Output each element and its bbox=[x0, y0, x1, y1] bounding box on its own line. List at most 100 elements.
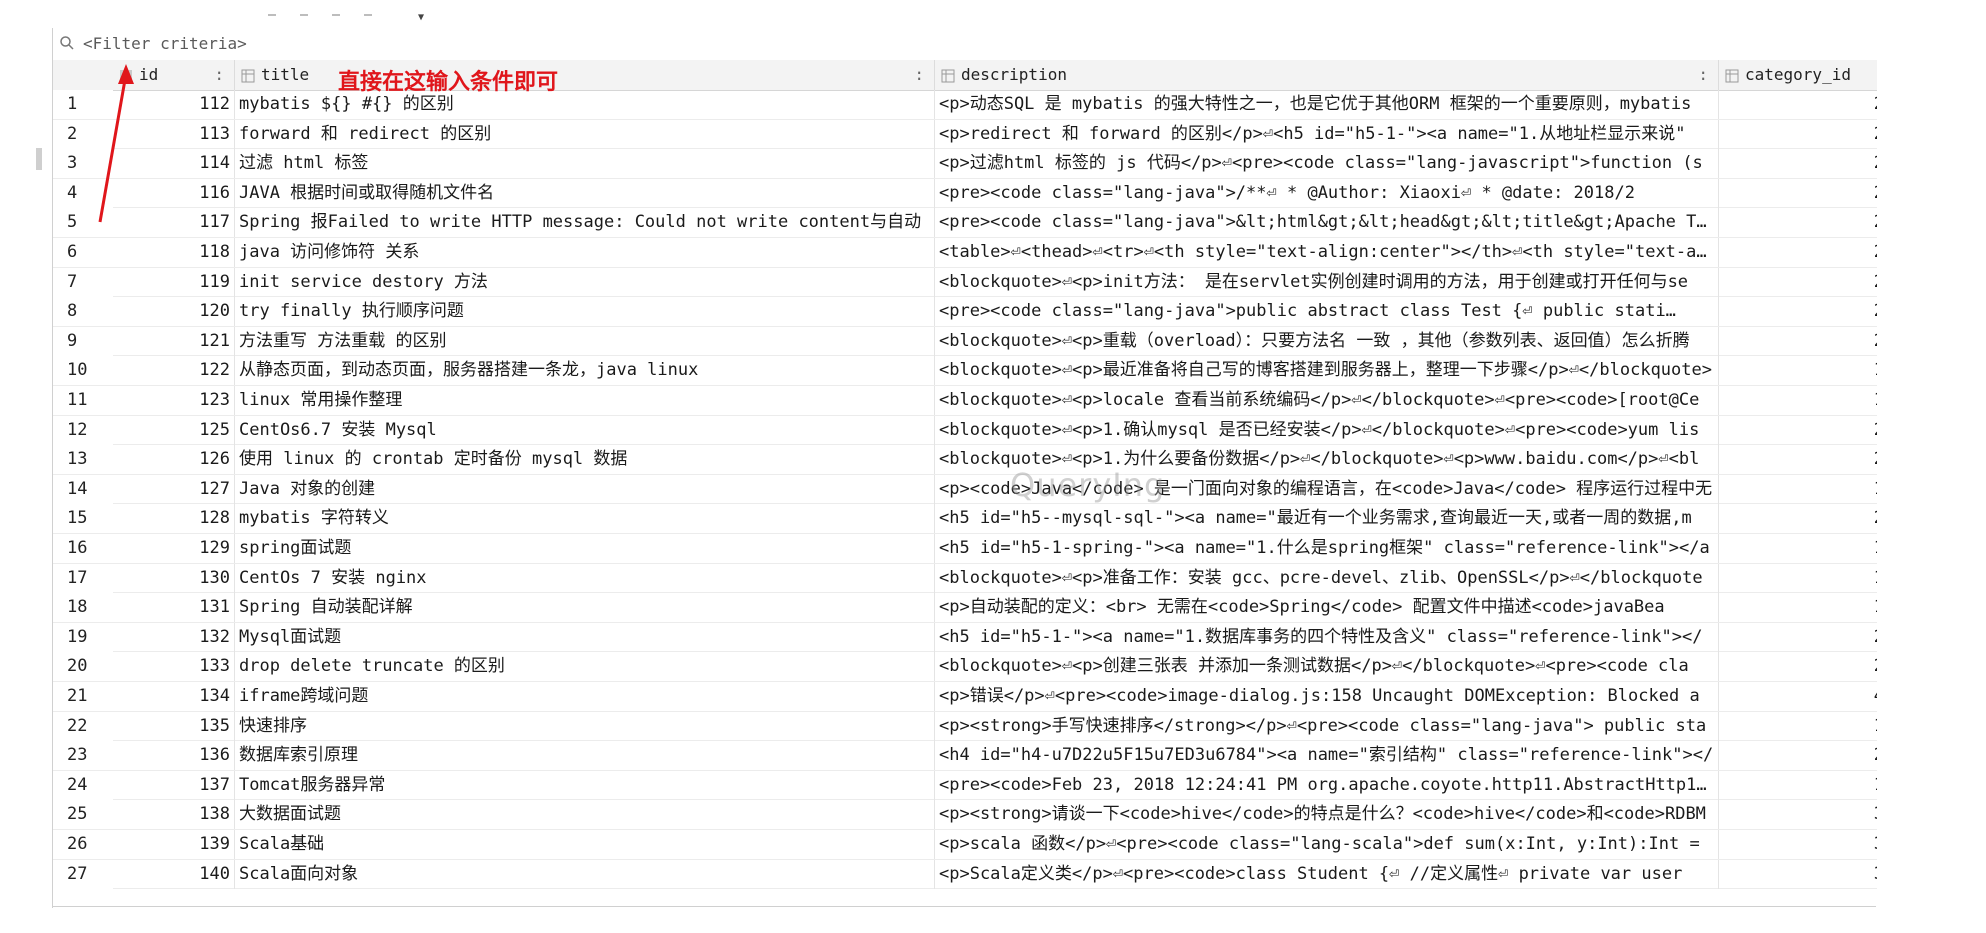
filter-criteria-input[interactable] bbox=[83, 31, 1783, 55]
cell-description[interactable]: <pre><code class="lang-java">/**⏎ * @Aut… bbox=[935, 178, 1719, 208]
table-row[interactable]: 4 116 JAVA 根据时间或取得随机文件名 <pre><code class="l… bbox=[53, 178, 1877, 209]
cell-category-id[interactable]: 2 bbox=[1719, 445, 1877, 474]
table-row[interactable]: 7 119 init service destory 方法 <blockquote>⏎… bbox=[53, 267, 1877, 298]
row-number[interactable]: 12 bbox=[53, 415, 113, 445]
row-number[interactable]: 8 bbox=[53, 297, 113, 327]
column-header-description[interactable]: description : bbox=[935, 60, 1719, 90]
cell-description[interactable]: <p>scala 函数</p>⏎<pre><code class="lang-s… bbox=[935, 830, 1719, 859]
cell-category-id[interactable]: 2 bbox=[1719, 179, 1877, 208]
row-number[interactable]: 10 bbox=[53, 356, 113, 386]
cell-title[interactable]: CentOs 7 安装 nginx bbox=[235, 563, 935, 593]
cell-description[interactable]: <h5 id="h5--mysql-sql-"><a name="最近有一个业务… bbox=[935, 504, 1719, 534]
row-number[interactable]: 25 bbox=[53, 800, 113, 830]
cell-description[interactable]: <blockquote>⏎<p>重载（overload）：只要方法名 一致 ，其… bbox=[935, 326, 1719, 356]
row-number[interactable]: 15 bbox=[53, 504, 113, 534]
row-number[interactable]: 14 bbox=[53, 474, 113, 504]
cell-category-id[interactable]: 3 bbox=[1719, 860, 1877, 889]
table-row[interactable]: 22 135 快速排序 <p><strong>手写快速排序</strong></p>⏎… bbox=[53, 711, 1877, 742]
cell-description[interactable]: <p>Scala定义类</p>⏎<pre><code>class Student… bbox=[935, 859, 1719, 889]
row-number[interactable]: 26 bbox=[53, 830, 113, 859]
row-number[interactable]: 20 bbox=[53, 652, 113, 682]
column-header-category-id[interactable]: category_id : bbox=[1719, 60, 1877, 90]
row-number[interactable]: 18 bbox=[53, 593, 113, 623]
cell-title[interactable]: Mysql面试题 bbox=[235, 622, 935, 652]
cell-category-id[interactable]: 4 bbox=[1719, 682, 1877, 711]
table-row[interactable]: 5 117 Spring 报Failed to write HTTP message… bbox=[53, 208, 1877, 238]
table-row[interactable]: 15 128 mybatis 字符转义 <h5 id="h5--mysql-sql-"… bbox=[53, 504, 1877, 534]
cell-title[interactable]: CentOs6.7 安装 Mysql bbox=[235, 415, 935, 445]
cell-title[interactable]: spring面试题 bbox=[235, 534, 935, 563]
cell-id[interactable]: 128 bbox=[113, 504, 235, 534]
cell-title[interactable]: Scala面向对象 bbox=[235, 859, 935, 889]
table-row[interactable]: 9 121 方法重写 方法重载 的区别 <blockquote>⏎<p>重载（over… bbox=[53, 326, 1877, 357]
cell-description[interactable]: <p>redirect 和 forward 的区别</p>⏎<h5 id="h5… bbox=[935, 119, 1719, 149]
cell-description[interactable]: <p>过滤html 标签的 js 代码</p>⏎<pre><code class… bbox=[935, 149, 1719, 179]
cell-category-id[interactable]: 2 bbox=[1719, 120, 1877, 149]
table-row[interactable]: 13 126 使用 linux 的 crontab 定时备份 mysql 数据 <bl… bbox=[53, 445, 1877, 475]
cell-title[interactable]: java 访问修饰符 关系 bbox=[235, 238, 935, 267]
cell-title[interactable]: 快速排序 bbox=[235, 711, 935, 741]
table-row[interactable]: 27 140 Scala面向对象 <p>Scala定义类</p>⏎<pre><code… bbox=[53, 859, 1877, 890]
cell-category-id[interactable]: 2 bbox=[1719, 90, 1877, 119]
cell-title[interactable]: Scala基础 bbox=[235, 830, 935, 859]
cell-id[interactable]: 121 bbox=[113, 326, 235, 356]
cell-title[interactable]: 大数据面试题 bbox=[235, 800, 935, 830]
cell-category-id[interactable]: 2 bbox=[1719, 268, 1877, 297]
column-sort-icon[interactable]: : bbox=[1874, 60, 1877, 90]
row-number[interactable]: 22 bbox=[53, 711, 113, 741]
cell-id[interactable]: 129 bbox=[113, 534, 235, 563]
row-number[interactable]: 21 bbox=[53, 682, 113, 711]
cell-id[interactable]: 122 bbox=[113, 356, 235, 386]
cell-category-id[interactable]: 1 bbox=[1719, 356, 1877, 385]
cell-title[interactable]: forward 和 redirect 的区别 bbox=[235, 119, 935, 149]
row-number[interactable]: 6 bbox=[53, 238, 113, 267]
cell-id[interactable]: 140 bbox=[113, 859, 235, 889]
cell-id[interactable]: 138 bbox=[113, 800, 235, 830]
cell-title[interactable]: Spring 自动装配详解 bbox=[235, 593, 935, 623]
row-number[interactable]: 16 bbox=[53, 534, 113, 563]
cell-category-id[interactable]: 1 bbox=[1719, 712, 1877, 741]
cell-title[interactable]: 使用 linux 的 crontab 定时备份 mysql 数据 bbox=[235, 445, 935, 475]
cell-description[interactable]: <pre><code class="lang-java">&lt;html&gt… bbox=[935, 208, 1719, 238]
cell-title[interactable]: JAVA 根据时间或取得随机文件名 bbox=[235, 178, 935, 208]
cell-title[interactable]: 过滤 html 标签 bbox=[235, 149, 935, 179]
table-row[interactable]: 19 132 Mysql面试题 <h5 id="h5-1-"><a name="1.数… bbox=[53, 622, 1877, 653]
row-number[interactable]: 13 bbox=[53, 445, 113, 475]
cell-title[interactable]: linux 常用操作整理 bbox=[235, 386, 935, 415]
row-number[interactable]: 9 bbox=[53, 326, 113, 356]
cell-description[interactable]: <h5 id="h5-1-"><a name="1.数据库事务的四个特性及含义"… bbox=[935, 622, 1719, 652]
table-row[interactable]: 21 134 iframe跨域问题 <p>错误</p>⏎<pre><code>imag… bbox=[53, 682, 1877, 712]
table-row[interactable]: 12 125 CentOs6.7 安装 Mysql <blockquote>⏎<p>1… bbox=[53, 415, 1877, 446]
cell-title[interactable]: 方法重写 方法重载 的区别 bbox=[235, 326, 935, 356]
cell-id[interactable]: 136 bbox=[113, 741, 235, 771]
cell-id[interactable]: 123 bbox=[113, 386, 235, 415]
cell-category-id[interactable]: 1 bbox=[1719, 475, 1877, 504]
cell-description[interactable]: <blockquote>⏎<p>locale 查看当前系统编码</p>⏎</bl… bbox=[935, 386, 1719, 415]
cell-description[interactable]: <pre><code class="lang-java">public abst… bbox=[935, 297, 1719, 327]
table-row[interactable]: 20 133 drop delete truncate 的区别 <blockquote… bbox=[53, 652, 1877, 682]
cell-title[interactable]: iframe跨域问题 bbox=[235, 682, 935, 711]
cell-id[interactable]: 135 bbox=[113, 711, 235, 741]
cell-id[interactable]: 120 bbox=[113, 297, 235, 327]
cell-title[interactable]: init service destory 方法 bbox=[235, 267, 935, 297]
cell-title[interactable]: mybatis 字符转义 bbox=[235, 504, 935, 534]
cell-category-id[interactable]: 2 bbox=[1719, 416, 1877, 445]
cell-description[interactable]: <p>自动装配的定义：<br> 无需在<code>Spring</code> 配… bbox=[935, 593, 1719, 623]
cell-category-id[interactable]: 2 bbox=[1719, 327, 1877, 356]
table-row[interactable]: 26 139 Scala基础 <p>scala 函数</p>⏎<pre><code c… bbox=[53, 830, 1877, 860]
table-row[interactable]: 17 130 CentOs 7 安装 nginx <blockquote>⏎<p>准备… bbox=[53, 563, 1877, 594]
row-number[interactable]: 17 bbox=[53, 563, 113, 593]
cell-category-id[interactable]: 2 bbox=[1719, 238, 1877, 267]
column-sort-icon[interactable]: : bbox=[214, 60, 224, 90]
table-row[interactable]: 8 120 try finally 执行顺序问题 <pre><code class="… bbox=[53, 297, 1877, 327]
table-row[interactable]: 14 127 Java 对象的创建 <p><code>Java</code> 是一门面… bbox=[53, 474, 1877, 505]
cell-category-id[interactable]: 1 bbox=[1719, 564, 1877, 593]
row-number[interactable]: 19 bbox=[53, 622, 113, 652]
cell-description[interactable]: <blockquote>⏎<p>init方法： 是在servlet实例创建时调用… bbox=[935, 267, 1719, 297]
cell-description[interactable]: <p>动态SQL 是 mybatis 的强大特性之一，也是它优于其他ORM 框架… bbox=[935, 90, 1719, 119]
row-number[interactable]: 27 bbox=[53, 859, 113, 889]
cell-category-id[interactable]: 1 bbox=[1719, 386, 1877, 415]
table-row[interactable]: 3 114 过滤 html 标签 <p>过滤html 标签的 js 代码</p>⏎<p… bbox=[53, 149, 1877, 179]
cell-description[interactable]: <blockquote>⏎<p>创建三张表 并添加一条测试数据</p>⏎</bl… bbox=[935, 652, 1719, 682]
cell-id[interactable]: 130 bbox=[113, 563, 235, 593]
